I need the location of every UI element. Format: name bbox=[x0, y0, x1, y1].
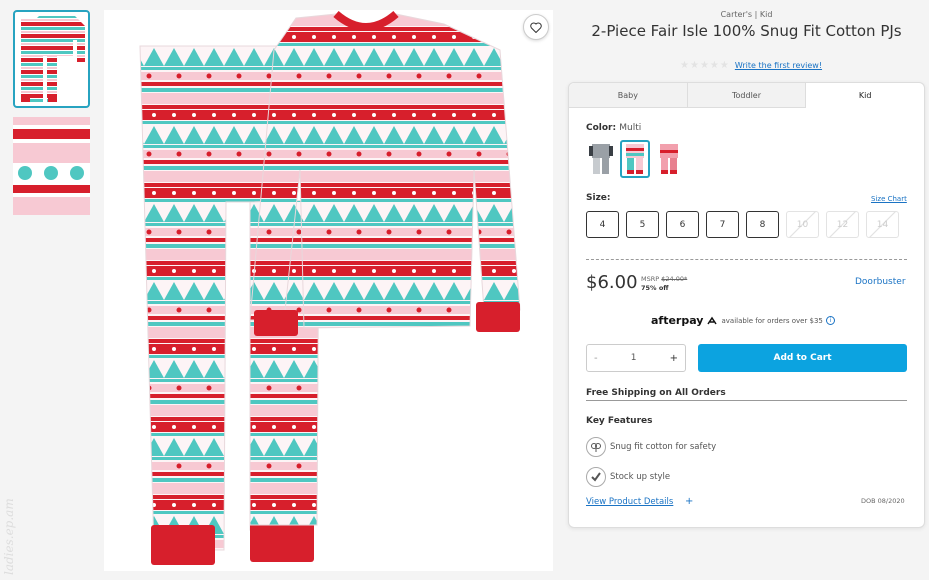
discount-label: 75% off bbox=[641, 284, 669, 292]
cotton-icon bbox=[586, 437, 606, 457]
product-title: 2-Piece Fair Isle 100% Snug Fit Cotton P… bbox=[591, 22, 902, 40]
quantity-decrease-button[interactable]: - bbox=[594, 353, 598, 364]
write-review-link[interactable]: Write the first review! bbox=[735, 61, 822, 70]
size-option-4[interactable]: 4 bbox=[586, 211, 619, 238]
quantity-increase-button[interactable]: + bbox=[670, 353, 678, 364]
watermark: ladies.ep.am bbox=[2, 498, 16, 575]
color-label-text: Color: bbox=[586, 123, 617, 133]
size-label: Size: bbox=[586, 193, 611, 203]
afterpay-banner: afterpay available for orders over $35 i bbox=[651, 314, 835, 327]
tab-toddler[interactable]: Toddler bbox=[687, 83, 807, 108]
msrp-label: MSRP bbox=[641, 275, 660, 283]
info-icon[interactable]: i bbox=[825, 316, 835, 325]
thumbnail-fabric-detail[interactable] bbox=[13, 117, 90, 215]
quantity-input[interactable]: 1 bbox=[631, 353, 637, 363]
feature-text: Snug fit cotton for safety bbox=[610, 442, 717, 452]
age-tabs: Baby Toddler Kid bbox=[569, 83, 925, 108]
quantity-stepper: - 1 + bbox=[586, 344, 686, 372]
color-label: Color: Multi bbox=[586, 123, 641, 133]
color-value: Multi bbox=[619, 123, 642, 133]
thumbnail-pajama-set[interactable] bbox=[13, 10, 90, 108]
feature-text: Stock up style bbox=[610, 472, 671, 482]
star-icon: ★ bbox=[719, 60, 729, 71]
doorbuster-badge[interactable]: Doorbuster bbox=[855, 277, 906, 287]
afterpay-logo: afterpay bbox=[651, 314, 704, 327]
tab-baby[interactable]: Baby bbox=[569, 83, 688, 108]
brand-line: Carter's | Kid bbox=[720, 10, 773, 19]
size-option-6[interactable]: 6 bbox=[666, 211, 699, 238]
star-icon: ★ bbox=[699, 60, 709, 71]
divider bbox=[586, 259, 907, 260]
afterpay-text: available for orders over $35 bbox=[721, 316, 823, 325]
swatch-pink-pajamas[interactable] bbox=[654, 140, 684, 178]
feature-item: Snug fit cotton for safety bbox=[586, 437, 716, 457]
swatch-multi-pajamas[interactable] bbox=[620, 140, 650, 178]
purchase-panel: Baby Toddler Kid Color: Multi Size: Size… bbox=[568, 82, 925, 528]
check-icon bbox=[586, 467, 606, 487]
size-chart-link[interactable]: Size Chart bbox=[871, 195, 907, 203]
tab-kid[interactable]: Kid bbox=[806, 83, 925, 108]
msrp-value: $24.00* bbox=[661, 275, 688, 283]
product-image bbox=[104, 10, 553, 571]
star-icon: ★ bbox=[680, 60, 689, 71]
key-features-heading: Key Features bbox=[586, 416, 653, 426]
price: $6.00 bbox=[586, 272, 638, 293]
swatch-grey-pajamas[interactable] bbox=[586, 140, 616, 178]
size-option-5[interactable]: 5 bbox=[626, 211, 659, 238]
expand-details-icon[interactable]: + bbox=[685, 496, 693, 507]
add-to-cart-button[interactable]: Add to Cart bbox=[698, 344, 907, 372]
star-icon: ★ bbox=[689, 60, 699, 71]
star-icon: ★ bbox=[709, 60, 719, 71]
size-option-7[interactable]: 7 bbox=[706, 211, 739, 238]
size-option-10[interactable]: 10 bbox=[786, 211, 819, 238]
feature-item: Stock up style bbox=[586, 467, 670, 487]
free-shipping-text: Free Shipping on All Orders bbox=[586, 388, 907, 401]
size-option-14[interactable]: 14 bbox=[866, 211, 899, 238]
size-option-8[interactable]: 8 bbox=[746, 211, 779, 238]
date-of-birth-code: DOB 08/2020 bbox=[861, 497, 905, 505]
msrp: MSRP $24.00* bbox=[641, 275, 687, 283]
afterpay-arrows-icon bbox=[707, 316, 718, 324]
reviews-row: ★ ★ ★ ★ ★ Write the first review! bbox=[680, 60, 822, 71]
view-product-details-link[interactable]: View Product Details bbox=[586, 497, 673, 507]
star-rating: ★ ★ ★ ★ ★ bbox=[680, 60, 729, 71]
size-option-12[interactable]: 12 bbox=[826, 211, 859, 238]
favorite-heart-icon[interactable] bbox=[523, 14, 549, 40]
